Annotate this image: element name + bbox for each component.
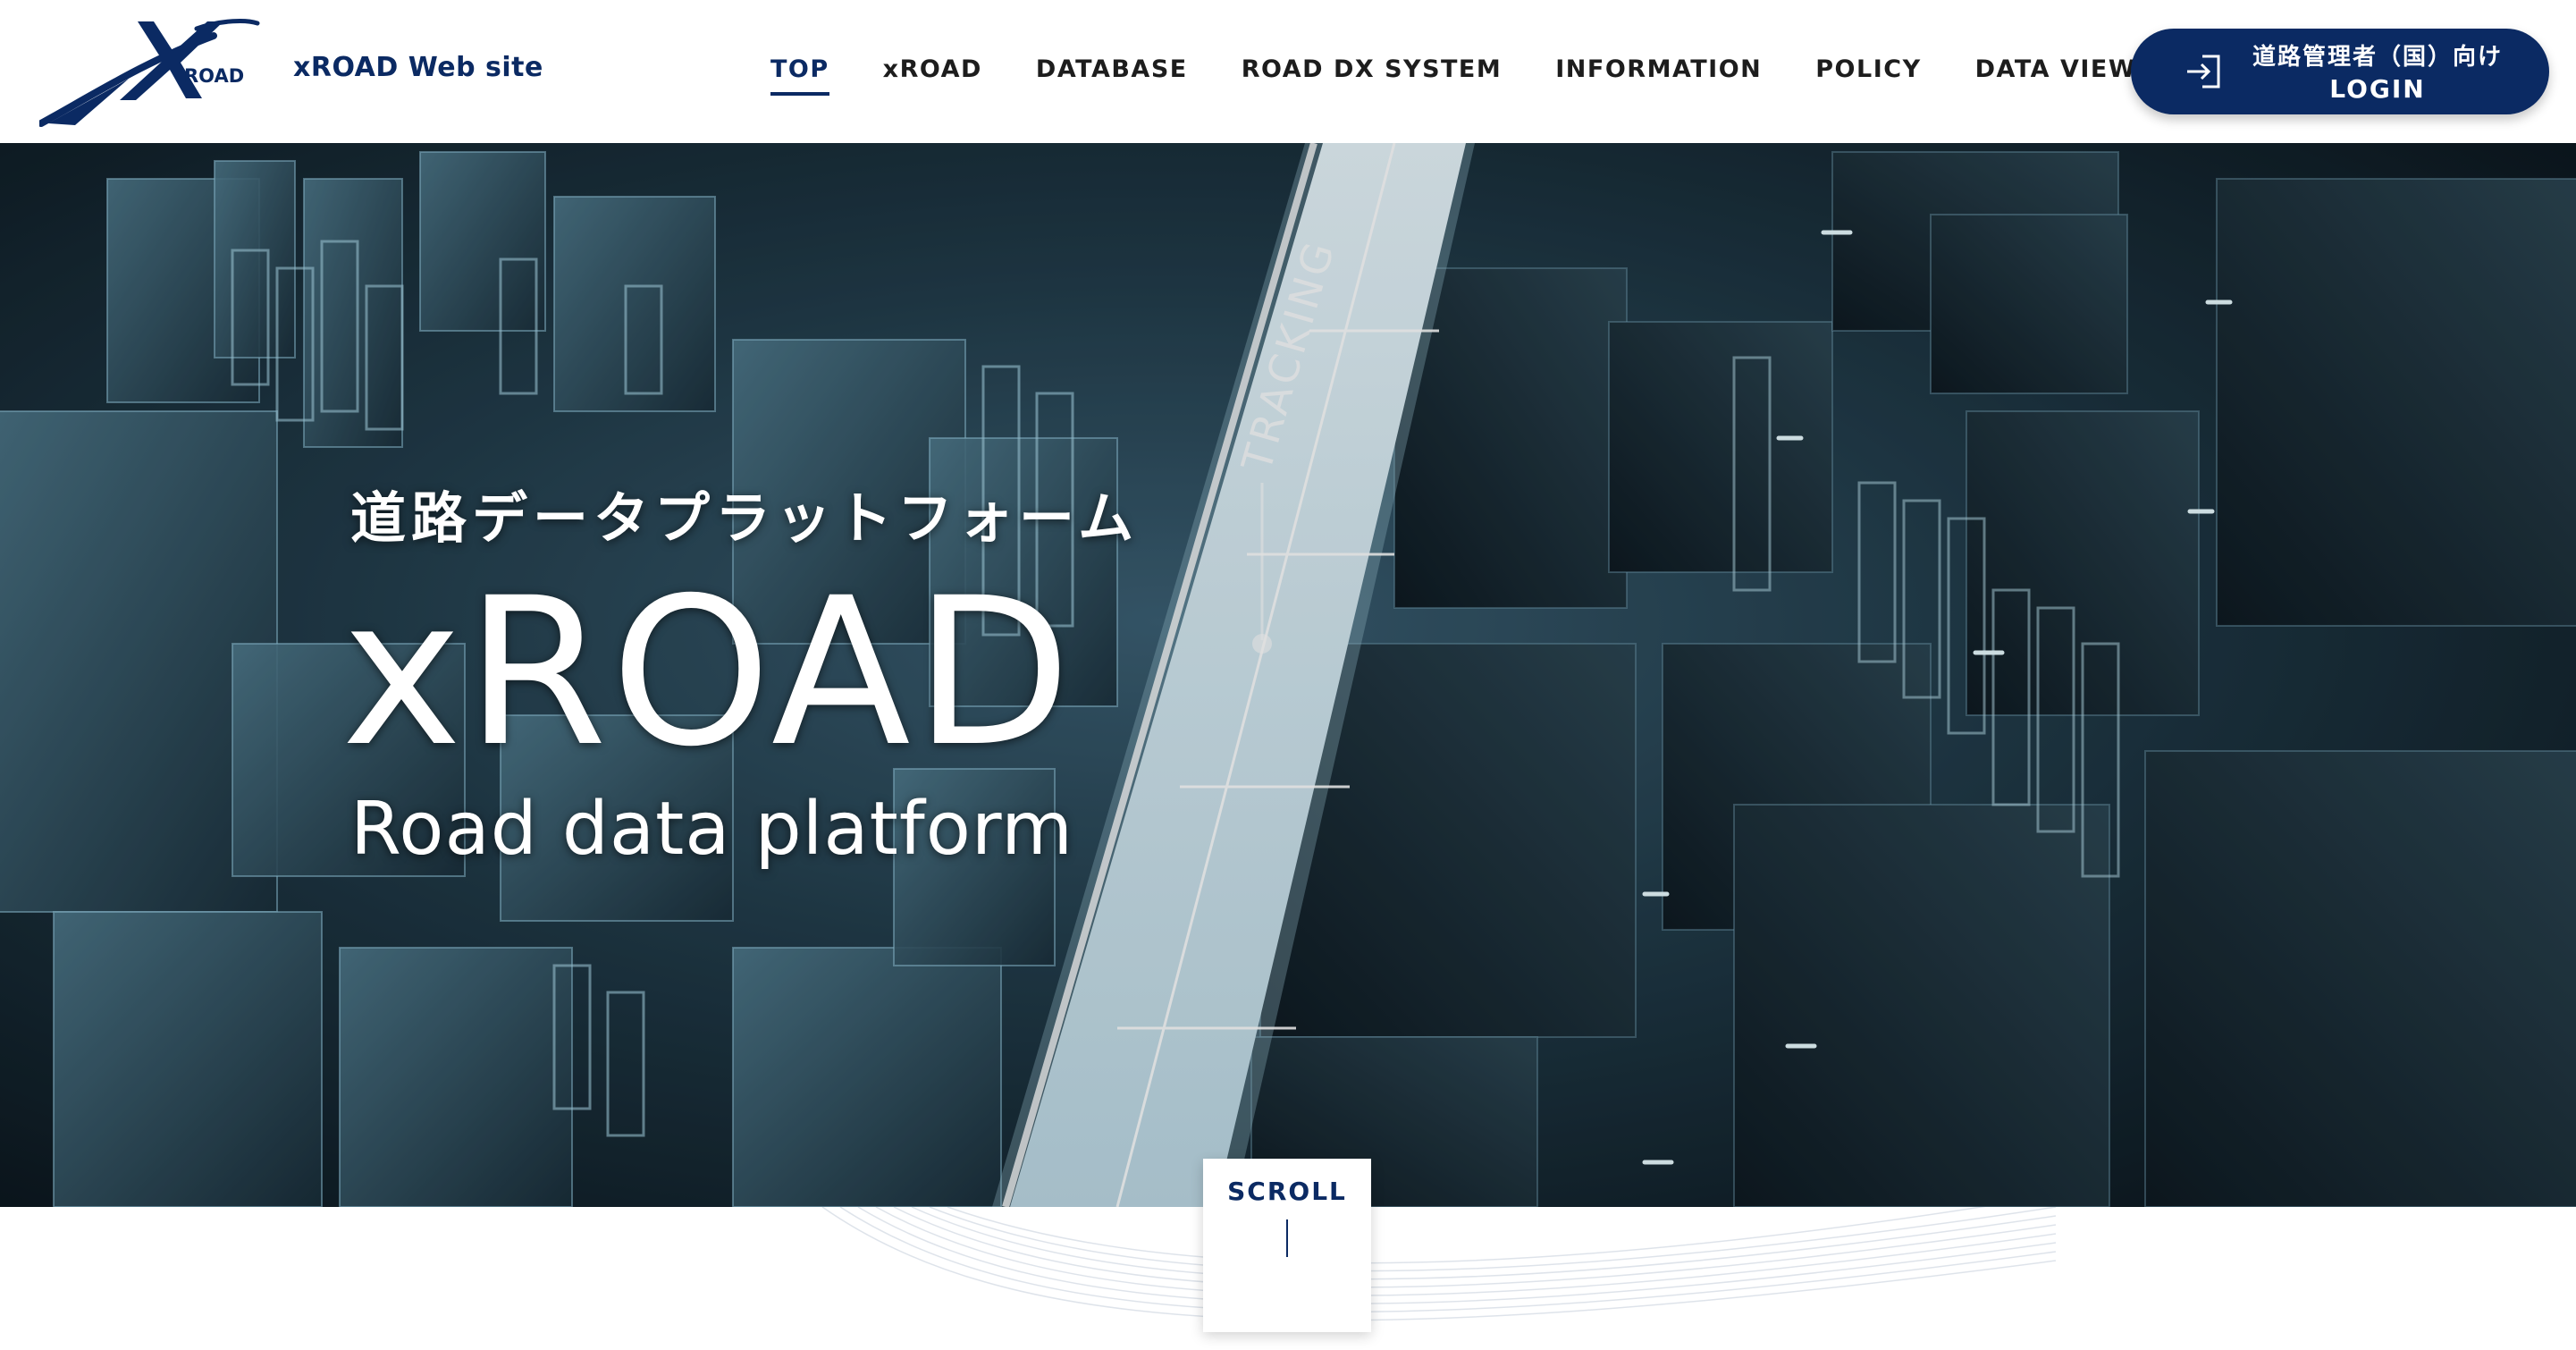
login-icon [2187, 55, 2220, 89]
nav-item-top[interactable]: TOP [770, 55, 829, 96]
xroad-logo[interactable]: ROAD [38, 16, 263, 127]
login-button[interactable]: 道路管理者（国）向け LOGIN [2131, 29, 2549, 114]
scroll-indicator[interactable]: SCROLL [1203, 1159, 1371, 1332]
nav-item-policy-label: POLICY [1815, 55, 1922, 83]
nav-item-database-label: DATABASE [1035, 55, 1188, 83]
scroll-line [1286, 1219, 1288, 1257]
hero-text-block: 道路データプラットフォーム xROAD Road data platform [341, 483, 1140, 874]
login-label: LOGIN [2329, 74, 2426, 104]
login-audience-label: 道路管理者（国）向け [2252, 44, 2503, 71]
nav-item-database[interactable]: DATABASE [1036, 55, 1188, 83]
hero-subtitle-en: Road data platform [350, 787, 1074, 872]
hero-title: xROAD [341, 553, 1075, 791]
hero-subtitle-jp: 道路データプラットフォーム [350, 485, 1140, 551]
nav-item-xroad[interactable]: xROAD [883, 55, 982, 83]
main-nav: TOP xROAD DATABASE ROAD DX SYSTEM INFORM… [770, 55, 2197, 96]
nav-item-policy[interactable]: POLICY [1815, 55, 1921, 83]
nav-item-road-dx-system-label: ROAD DX SYSTEM [1241, 55, 1503, 83]
hero-section: TRACKING 道路データプラットフォーム xROAD Road data p… [0, 143, 2576, 1207]
scroll-label: SCROLL [1227, 1177, 1347, 1206]
nav-item-information-label: INFORMATION [1555, 55, 1763, 83]
site-header: ROAD xROAD Web site TOP xROAD DATABASE R… [0, 0, 2576, 143]
nav-item-information[interactable]: INFORMATION [1555, 55, 1762, 83]
nav-item-xroad-label: xROAD [882, 55, 982, 83]
logo-road-text: ROAD [184, 65, 244, 87]
nav-item-top-label: TOP [770, 55, 829, 83]
nav-item-road-dx-system[interactable]: ROAD DX SYSTEM [1242, 55, 1503, 83]
site-name[interactable]: xROAD Web site [293, 52, 543, 83]
login-text: 道路管理者（国）向け LOGIN [2243, 41, 2512, 105]
